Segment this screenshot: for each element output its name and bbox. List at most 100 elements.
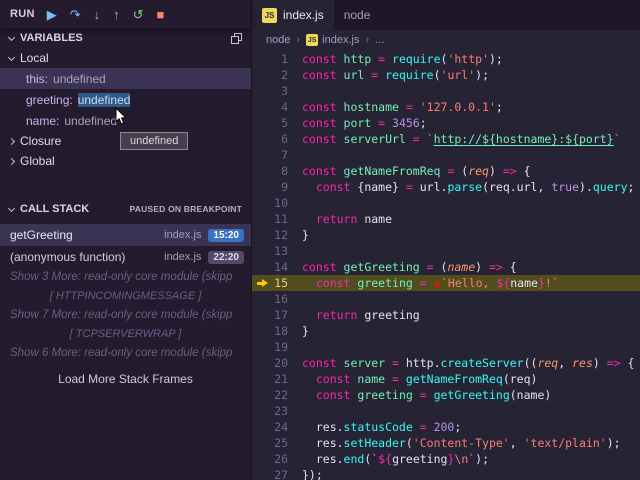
breadcrumb-item[interactable]: node bbox=[266, 34, 290, 46]
code-line-5[interactable]: 5const port = 3456; bbox=[252, 115, 640, 131]
step-over-button[interactable]: ↷ bbox=[70, 8, 81, 21]
code-line-3[interactable]: 3 bbox=[252, 83, 640, 99]
gutter-cell[interactable]: 19 bbox=[252, 339, 302, 355]
show-more-frames[interactable]: Show 7 More: read-only core module (skip… bbox=[0, 306, 251, 325]
debug-controls: ▶ ↷ ↓ ↑ ↺ ■ bbox=[47, 8, 165, 21]
code-line-23[interactable]: 23 bbox=[252, 403, 640, 419]
stop-button[interactable]: ■ bbox=[157, 8, 165, 21]
gutter-cell[interactable]: 12 bbox=[252, 227, 302, 243]
step-into-button[interactable]: ↓ bbox=[94, 8, 101, 21]
code-line-7[interactable]: 7 bbox=[252, 147, 640, 163]
code-token: getGreeting bbox=[344, 260, 427, 274]
code-line-text: res.end(`${greeting}\n`); bbox=[302, 451, 640, 467]
show-more-frames[interactable]: Show 6 More: read-only core module (skip… bbox=[0, 344, 251, 363]
gutter-cell[interactable]: 1 bbox=[252, 51, 302, 67]
code-token: = bbox=[413, 420, 434, 434]
tab-bar: JS index.js node bbox=[252, 0, 640, 30]
code-line-text: } bbox=[302, 323, 640, 339]
gutter-cell[interactable]: 16 bbox=[252, 291, 302, 307]
variable-this[interactable]: this:undefined bbox=[0, 68, 251, 89]
code-token: ); bbox=[489, 52, 503, 66]
gutter-cell[interactable]: 10 bbox=[252, 195, 302, 211]
code-token: = bbox=[413, 132, 427, 146]
variables-header[interactable]: VARIABLES bbox=[0, 28, 251, 48]
breadcrumb-item[interactable]: ... bbox=[375, 34, 384, 46]
code-line-27[interactable]: 27}); bbox=[252, 467, 640, 480]
collapse-all-icon[interactable] bbox=[231, 33, 242, 44]
debug-toolbar: RUN ▶↷↓↑↺■ bbox=[0, 0, 251, 28]
code-line-11[interactable]: 11 return name bbox=[252, 211, 640, 227]
code-line-13[interactable]: 13 bbox=[252, 243, 640, 259]
tab-indexjs[interactable]: JS index.js bbox=[252, 0, 334, 30]
restart-button[interactable]: ↺ bbox=[133, 8, 144, 21]
code-line-25[interactable]: 25 res.setHeader('Content-Type', 'text/p… bbox=[252, 435, 640, 451]
gutter-cell[interactable]: 6 bbox=[252, 131, 302, 147]
code-line-6[interactable]: 6const serverUrl = `http://${hostname}:$… bbox=[252, 131, 640, 147]
code-line-24[interactable]: 24 res.statusCode = 200; bbox=[252, 419, 640, 435]
code-line-12[interactable]: 12} bbox=[252, 227, 640, 243]
gutter-cell[interactable]: 3 bbox=[252, 83, 302, 99]
frame-location: index.js22:20 bbox=[164, 251, 244, 264]
gutter-cell[interactable]: 7 bbox=[252, 147, 302, 163]
code-line-26[interactable]: 26 res.end(`${greeting}\n`); bbox=[252, 451, 640, 467]
step-out-button[interactable]: ↑ bbox=[113, 8, 120, 21]
code-editor[interactable]: 1const http = require('http');2const url… bbox=[252, 50, 640, 480]
code-line-22[interactable]: 22 const greeting = getGreeting(name) bbox=[252, 387, 640, 403]
stack-frame[interactable]: getGreetingindex.js15:20 bbox=[0, 224, 251, 246]
gutter-cell[interactable]: 25 bbox=[252, 435, 302, 451]
gutter-cell[interactable]: 8 bbox=[252, 163, 302, 179]
code-line-4[interactable]: 4const hostname = '127.0.0.1'; bbox=[252, 99, 640, 115]
code-token bbox=[302, 180, 316, 194]
scope-local[interactable]: Local bbox=[0, 48, 251, 68]
show-more-frames[interactable]: Show 3 More: read-only core module (skip… bbox=[0, 268, 251, 287]
code-line-18[interactable]: 18} bbox=[252, 323, 640, 339]
debug-sidebar: RUN ▶↷↓↑↺■ VARIABLES Localthis:undefined… bbox=[0, 0, 252, 480]
gutter-cell[interactable]: 18 bbox=[252, 323, 302, 339]
gutter-cell[interactable]: 14 bbox=[252, 259, 302, 275]
code-token: const bbox=[316, 372, 358, 386]
call-stack-header[interactable]: CALL STACK PAUSED ON BREAKPOINT bbox=[0, 199, 251, 219]
stack-frame[interactable]: (anonymous function)index.js22:20 bbox=[0, 246, 251, 268]
code-token: = bbox=[371, 68, 385, 82]
gutter-cell[interactable]: 20 bbox=[252, 355, 302, 371]
code-line-21[interactable]: 21 const name = getNameFromReq(req) bbox=[252, 371, 640, 387]
gutter-cell[interactable]: 23 bbox=[252, 403, 302, 419]
code-token: \n` bbox=[454, 452, 475, 466]
gutter-cell[interactable]: 13 bbox=[252, 243, 302, 259]
gutter-cell[interactable]: 22 bbox=[252, 387, 302, 403]
gutter-cell[interactable]: 17 bbox=[252, 307, 302, 323]
code-line-16[interactable]: 16 bbox=[252, 291, 640, 307]
breadcrumb-item[interactable]: JSindex.js bbox=[306, 34, 359, 46]
code-token: req bbox=[468, 164, 489, 178]
gutter-cell[interactable]: 2 bbox=[252, 67, 302, 83]
gutter-cell[interactable]: 5 bbox=[252, 115, 302, 131]
code-token: http bbox=[344, 52, 379, 66]
code-line-14[interactable]: 14const getGreeting = (name) => { bbox=[252, 259, 640, 275]
gutter-cell[interactable]: 9 bbox=[252, 179, 302, 195]
gutter-cell[interactable]: 21 bbox=[252, 371, 302, 387]
code-line-10[interactable]: 10 bbox=[252, 195, 640, 211]
code-line-20[interactable]: 20const server = http.createServer((req,… bbox=[252, 355, 640, 371]
gutter-cell[interactable]: 27 bbox=[252, 467, 302, 480]
code-line-8[interactable]: 8const getNameFromReq = (req) => { bbox=[252, 163, 640, 179]
code-line-19[interactable]: 19 bbox=[252, 339, 640, 355]
code-line-9[interactable]: 9 const {name} = url.parse(req.url, true… bbox=[252, 179, 640, 195]
gutter-cell[interactable]: 4 bbox=[252, 99, 302, 115]
gutter-cell[interactable]: 26 bbox=[252, 451, 302, 467]
code-line-text bbox=[302, 291, 640, 307]
gutter-cell[interactable]: 24 bbox=[252, 419, 302, 435]
scope-label: Global bbox=[20, 154, 55, 168]
code-line-17[interactable]: 17 return greeting bbox=[252, 307, 640, 323]
scope-global[interactable]: Global bbox=[0, 151, 251, 171]
gutter-cell[interactable]: 15 bbox=[252, 275, 302, 291]
code-line-2[interactable]: 2const url = require('url'); bbox=[252, 67, 640, 83]
code-token: ` bbox=[614, 132, 621, 146]
gutter-cell[interactable]: 11 bbox=[252, 211, 302, 227]
code-token: ) bbox=[489, 164, 503, 178]
load-more-button[interactable]: Load More Stack Frames bbox=[0, 372, 251, 386]
code-line-15[interactable]: 15 const greeting = ●`Hello, ${name}!` bbox=[252, 275, 640, 291]
code-line-1[interactable]: 1const http = require('http'); bbox=[252, 51, 640, 67]
code-token bbox=[302, 372, 316, 386]
vscode-window: RUN ▶↷↓↑↺■ VARIABLES Localthis:undefined… bbox=[0, 0, 640, 480]
continue-button[interactable]: ▶ bbox=[47, 8, 57, 21]
